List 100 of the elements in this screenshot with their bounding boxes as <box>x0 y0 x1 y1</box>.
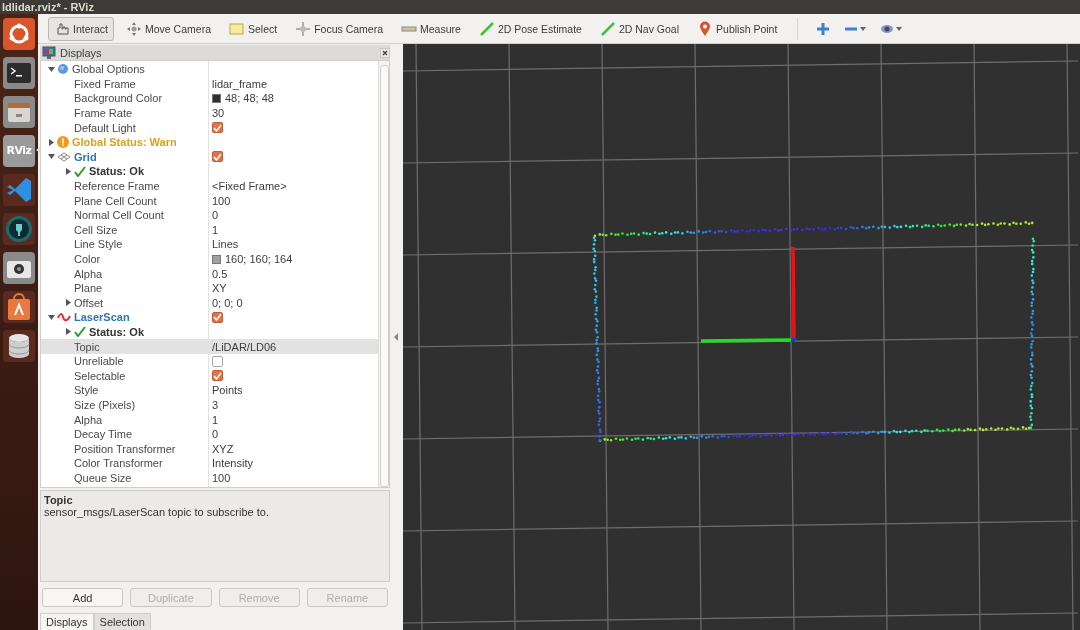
property-name: Cell Size <box>74 223 118 236</box>
tree-row[interactable]: Plane Cell Count 100 <box>41 193 378 208</box>
property-name: Reference Frame <box>74 180 160 193</box>
wave-icon <box>57 311 71 324</box>
expand-arrow-icon[interactable] <box>64 167 72 175</box>
collapse-arrow-icon[interactable] <box>47 65 55 73</box>
property-value: XYZ <box>212 442 234 455</box>
tree-row[interactable]: Unreliable <box>41 353 378 369</box>
tree-row[interactable]: Status: Ok <box>41 324 378 340</box>
tree-row[interactable]: Default Light <box>41 120 378 135</box>
property-name: Status: Ok <box>89 165 144 178</box>
keyhole-icon[interactable] <box>3 212 35 245</box>
shopping-bag-icon[interactable] <box>3 290 35 323</box>
tree-row[interactable]: Alpha 1 <box>41 412 378 427</box>
property-value: 0.5 <box>212 267 228 280</box>
tree-row[interactable]: Size (Pixels) 3 <box>41 397 378 413</box>
property-name: Alpha <box>74 267 103 280</box>
tool-button[interactable]: Interact <box>48 16 115 41</box>
collapse-arrow-icon[interactable] <box>394 333 399 341</box>
property-name: Color <box>74 253 101 265</box>
tree-row[interactable]: LaserScan <box>41 310 378 325</box>
tool-button[interactable]: Focus Camera <box>289 16 390 41</box>
tree-row[interactable]: Queue Size 100 <box>41 470 378 486</box>
database-icon[interactable] <box>3 329 35 362</box>
file-cabinet-icon[interactable] <box>3 95 35 128</box>
tree-row[interactable]: Plane XY <box>41 280 378 296</box>
property-name: Queue Size <box>74 471 132 484</box>
tool-button[interactable]: Select <box>223 16 284 41</box>
grid-icon <box>57 150 71 163</box>
expand-arrow-icon[interactable] <box>64 328 72 336</box>
property-value: 0; 0; 0 <box>212 296 243 309</box>
tree-row[interactable]: Alpha 0.5 <box>41 266 378 281</box>
property-name: Topic <box>74 340 100 353</box>
property-value: Lines <box>212 238 239 251</box>
checkbox[interactable] <box>212 151 223 163</box>
tree-row[interactable]: Offset 0; 0; 0 <box>41 295 378 311</box>
tool-button[interactable]: Move Camera <box>120 16 217 41</box>
tree-row[interactable]: Topic /LiDAR/LD06 <box>41 339 378 354</box>
panel-title: Displays <box>60 46 102 59</box>
property-name: Style <box>74 384 99 397</box>
property-value: 100 <box>212 471 231 484</box>
property-name: Unreliable <box>74 355 124 368</box>
tree-row[interactable]: Status: Ok <box>41 164 378 179</box>
tree-row[interactable]: Background Color 48; 48; 48 <box>41 91 378 106</box>
tool-button[interactable]: Publish Point <box>691 16 784 41</box>
window-title: ldlidar.rviz* - RViz <box>0 0 1080 14</box>
tree-row[interactable]: Decay Time 0 <box>41 426 378 442</box>
expand-arrow-icon[interactable] <box>47 138 55 146</box>
description-text: sensor_msgs/LaserScan topic to subscribe to. <box>44 506 270 518</box>
warning-icon <box>57 136 69 149</box>
code-editor-icon[interactable] <box>3 173 35 206</box>
tool-button[interactable]: Measure <box>395 16 467 41</box>
tree-row[interactable]: Color 160; 160; 164 <box>41 251 378 267</box>
property-value: <Fixed Frame> <box>212 180 287 193</box>
property-value: 1 <box>212 413 219 426</box>
tree-row[interactable]: Frame Rate 30 <box>41 105 378 121</box>
tree-row[interactable]: Cell Size 1 <box>41 222 378 238</box>
tree-row[interactable]: Selectable <box>41 368 378 384</box>
property-value: Points <box>212 384 243 397</box>
expand-arrow-icon[interactable] <box>64 299 72 307</box>
collapse-arrow-icon[interactable] <box>47 313 55 321</box>
active-pointer-icon <box>36 147 40 153</box>
property-name: Frame Rate <box>74 107 133 120</box>
panel-button[interactable]: Add <box>42 588 124 607</box>
checkbox[interactable] <box>212 122 223 134</box>
panel-tab[interactable]: Displays <box>40 613 94 630</box>
property-value: 100 <box>212 194 231 207</box>
dropdown-caret-icon <box>896 26 903 31</box>
property-name: Default Light <box>74 121 136 134</box>
property-value: 3 <box>212 398 219 411</box>
property-name: Global Status: Warn <box>72 136 177 149</box>
terminal-icon[interactable] <box>3 56 35 89</box>
tree-row[interactable]: Line Style Lines <box>41 237 378 252</box>
move-arrows-icon <box>126 20 143 37</box>
tree-row[interactable]: Global Options <box>41 62 378 77</box>
checkbox[interactable] <box>212 355 223 367</box>
camera-icon[interactable] <box>3 251 35 284</box>
panel-tab[interactable]: Selection <box>93 613 151 630</box>
tree-row[interactable]: Reference Frame <Fixed Frame> <box>41 178 378 194</box>
checkbox[interactable] <box>212 370 223 382</box>
tree-row[interactable]: Grid <box>41 149 378 165</box>
tree-row[interactable]: Fixed Frame lidar_frame <box>41 76 378 92</box>
tree-row[interactable]: Color Transformer Intensity <box>41 456 378 471</box>
hand-pointer-icon <box>54 20 70 37</box>
plus-icon <box>816 21 831 36</box>
property-name: Plane Cell Count <box>74 194 157 207</box>
checkbox[interactable] <box>212 311 223 323</box>
close-icon[interactable] <box>380 47 390 58</box>
tool-button[interactable]: 2D Nav Goal <box>593 16 686 41</box>
property-name: Selectable <box>74 369 126 382</box>
tool-button[interactable]: 2D Pose Estimate <box>472 16 588 41</box>
property-name: Color Transformer <box>74 457 163 470</box>
tree-row[interactable]: Normal Cell Count 0 <box>41 207 378 223</box>
property-name: Offset <box>74 296 104 309</box>
property-name: Decay Time <box>74 428 133 441</box>
scrollbar[interactable] <box>378 61 389 487</box>
collapse-arrow-icon[interactable] <box>47 153 55 161</box>
tree-row[interactable]: Style Points <box>41 383 378 398</box>
property-name: Grid <box>74 150 97 163</box>
tree-row[interactable]: Position Transformer XYZ <box>41 441 378 457</box>
